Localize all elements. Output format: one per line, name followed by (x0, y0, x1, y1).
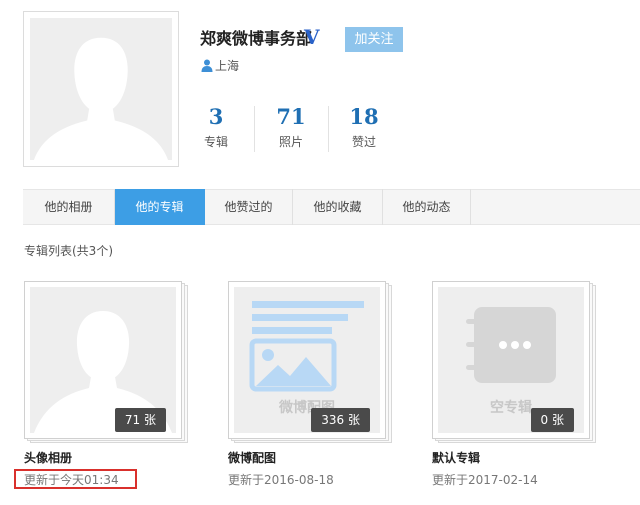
album-cover[interactable]: 71 张 (24, 281, 182, 439)
stat-likes-count: 18 (349, 104, 379, 129)
photo-count-badge: 336 张 (311, 408, 370, 432)
tab-liked[interactable]: 他赞过的 (205, 189, 293, 225)
profile-tabs: 他的相册 他的专辑 他赞过的 他的收藏 他的动态 (23, 189, 640, 225)
avatar-silhouette-icon (30, 18, 172, 160)
photo-count-badge: 0 张 (530, 408, 574, 432)
profile-avatar[interactable] (23, 11, 179, 167)
album-title[interactable]: 微博配图 (228, 449, 276, 467)
stat-albums[interactable]: 3 专辑 (185, 103, 247, 151)
user-location: 上海 (201, 57, 239, 75)
verified-badge-icon: V (304, 25, 320, 49)
tab-albums[interactable]: 他的相册 (23, 189, 115, 225)
stat-likes[interactable]: 18 赞过 (333, 103, 395, 151)
stat-divider (254, 106, 255, 152)
album-title[interactable]: 头像相册 (24, 449, 72, 467)
stat-albums-label: 专辑 (203, 135, 228, 149)
album-title[interactable]: 默认专辑 (432, 449, 480, 467)
highlight-annotation-box (14, 469, 137, 489)
stat-likes-label: 赞过 (351, 135, 376, 149)
user-name: 郑爽微博事务部 (200, 29, 313, 48)
stat-divider (328, 106, 329, 152)
photo-count-badge: 71 张 (114, 408, 166, 432)
album-cover[interactable]: 微博配图 336 张 (228, 281, 386, 439)
stat-photos-label: 照片 (278, 135, 303, 149)
user-icon (201, 59, 213, 72)
follow-button[interactable]: 加关注 (345, 27, 403, 52)
stat-photos[interactable]: 71 照片 (260, 103, 322, 151)
tab-activity[interactable]: 他的动态 (383, 189, 471, 225)
stat-albums-count: 3 (208, 104, 224, 129)
album-updated-time: 更新于2017-02-14 (432, 473, 538, 487)
stat-photos-count: 71 (276, 104, 306, 129)
tab-favorites[interactable]: 他的收藏 (293, 189, 383, 225)
tab-collections[interactable]: 他的专辑 (115, 189, 205, 225)
album-updated-time: 更新于2016-08-18 (228, 473, 334, 487)
location-text: 上海 (215, 59, 240, 73)
album-cover[interactable]: 空专辑 0 张 (432, 281, 590, 439)
album-list-title: 专辑列表(共3个) (24, 244, 113, 258)
